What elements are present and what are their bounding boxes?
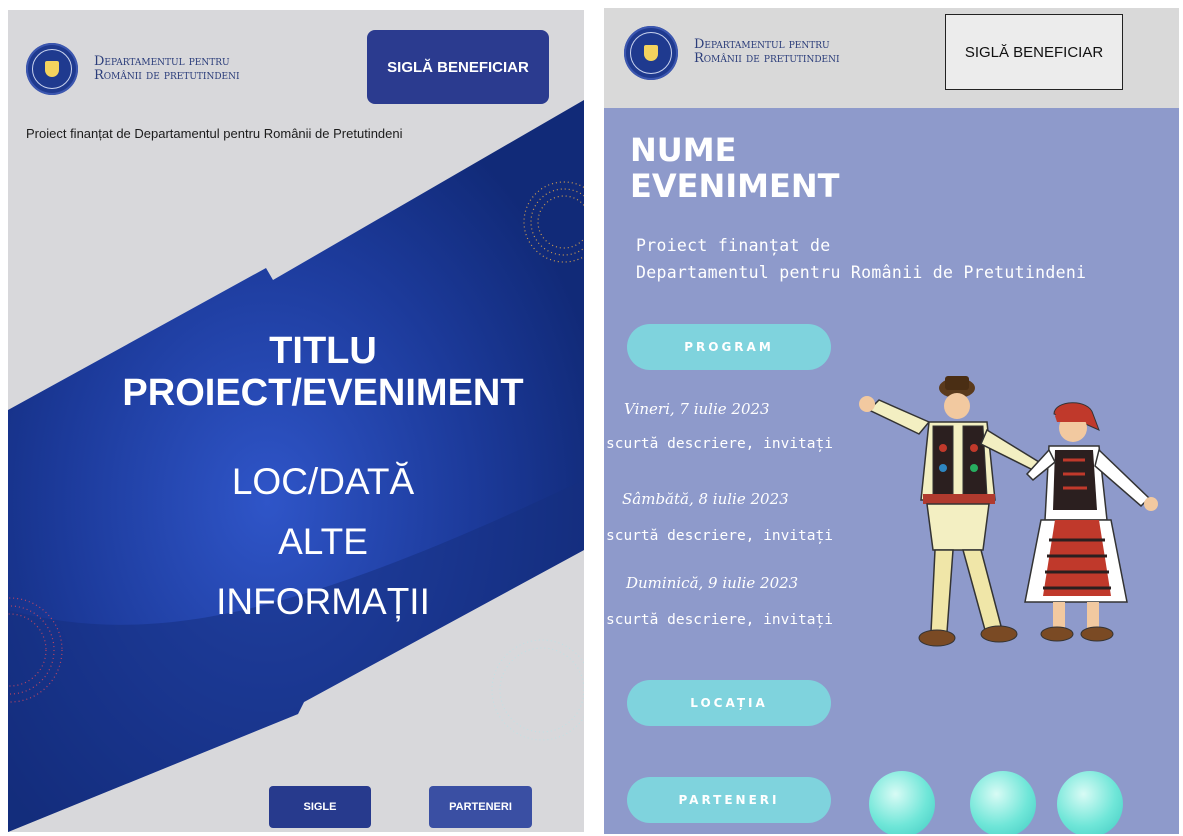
gov-name-line-2: Românii de pretutindeni <box>94 68 240 83</box>
gov-department-name: Departamentul pentru Românii de pretutin… <box>94 55 240 83</box>
info-line-2: ALTE <box>278 521 368 562</box>
beneficiary-logo-placeholder: SIGLĂ BENEFICIAR <box>945 14 1123 90</box>
gov-emblem-icon <box>26 43 78 95</box>
parteneri-button[interactable]: PARTENERI <box>429 786 532 828</box>
event-name-line-2: EVENIMENT <box>630 167 840 205</box>
title-line-1: TITLU <box>269 330 377 372</box>
poster-template-blue: Departamentul pentru Românii de pretutin… <box>8 10 584 832</box>
schedule-description-3: scurtă descriere, invitați <box>606 612 833 628</box>
program-button[interactable]: PROGRAM <box>627 324 831 370</box>
woman-dancer <box>1024 402 1158 642</box>
funded-by-text: Proiect finanțat de Departamentul pentru… <box>26 126 403 141</box>
schedule-description-2: scurtă descriere, invitați <box>606 528 833 544</box>
event-name: NUME EVENIMENT <box>630 132 839 204</box>
gov-department-name: Departamentul pentru Românii de pretutin… <box>694 38 840 66</box>
schedule-description-1: scurtă descriere, invitați <box>606 436 833 452</box>
dotted-circle-accent-bottom <box>491 639 584 741</box>
locatia-button[interactable]: LOCAȚIA <box>627 680 831 726</box>
partner-logo-placeholder-3 <box>1057 771 1123 834</box>
partner-logo-placeholder-2 <box>970 771 1036 834</box>
funded-line-2: Departamentul pentru Românii de Pretutin… <box>636 263 1087 282</box>
event-name-line-1: NUME <box>630 131 737 169</box>
project-title: TITLU PROIECT/EVENIMENT <box>68 330 578 414</box>
schedule-day-2: Sâmbătă, 8 iulie 2023 <box>622 490 789 508</box>
info-line-1: LOC/DATĂ <box>231 461 415 502</box>
poster-template-folk: Departamentul pentru Românii de pretutin… <box>604 8 1179 834</box>
partner-logo-placeholder-1 <box>869 771 935 834</box>
title-line-2: PROIECT/EVENIMENT <box>122 372 524 414</box>
beneficiary-logo-placeholder: SIGLĂ BENEFICIAR <box>367 30 549 104</box>
schedule-day-1: Vineri, 7 iulie 2023 <box>624 400 770 418</box>
folk-dancers-illustration <box>859 376 1158 647</box>
parteneri-button[interactable]: PARTENERI <box>627 777 831 823</box>
gov-name-line-1: Departamentul pentru <box>694 37 830 52</box>
man-dancer <box>859 376 1041 647</box>
location-date-info: LOC/DATĂ ALTE INFORMAȚII <box>68 452 578 632</box>
gov-name-line-1: Departamentul pentru <box>94 54 230 69</box>
schedule-day-3: Duminică, 9 iulie 2023 <box>626 574 799 592</box>
gov-name-line-2: Românii de pretutindeni <box>694 51 840 66</box>
info-line-3: INFORMAȚII <box>216 581 430 622</box>
sigle-button[interactable]: SIGLE <box>269 786 371 828</box>
gov-emblem-icon <box>624 26 678 80</box>
funded-by-text: Proiect finanțat de Departamentul pentru… <box>636 232 1086 286</box>
funded-line-1: Proiect finanțat de <box>636 236 831 255</box>
